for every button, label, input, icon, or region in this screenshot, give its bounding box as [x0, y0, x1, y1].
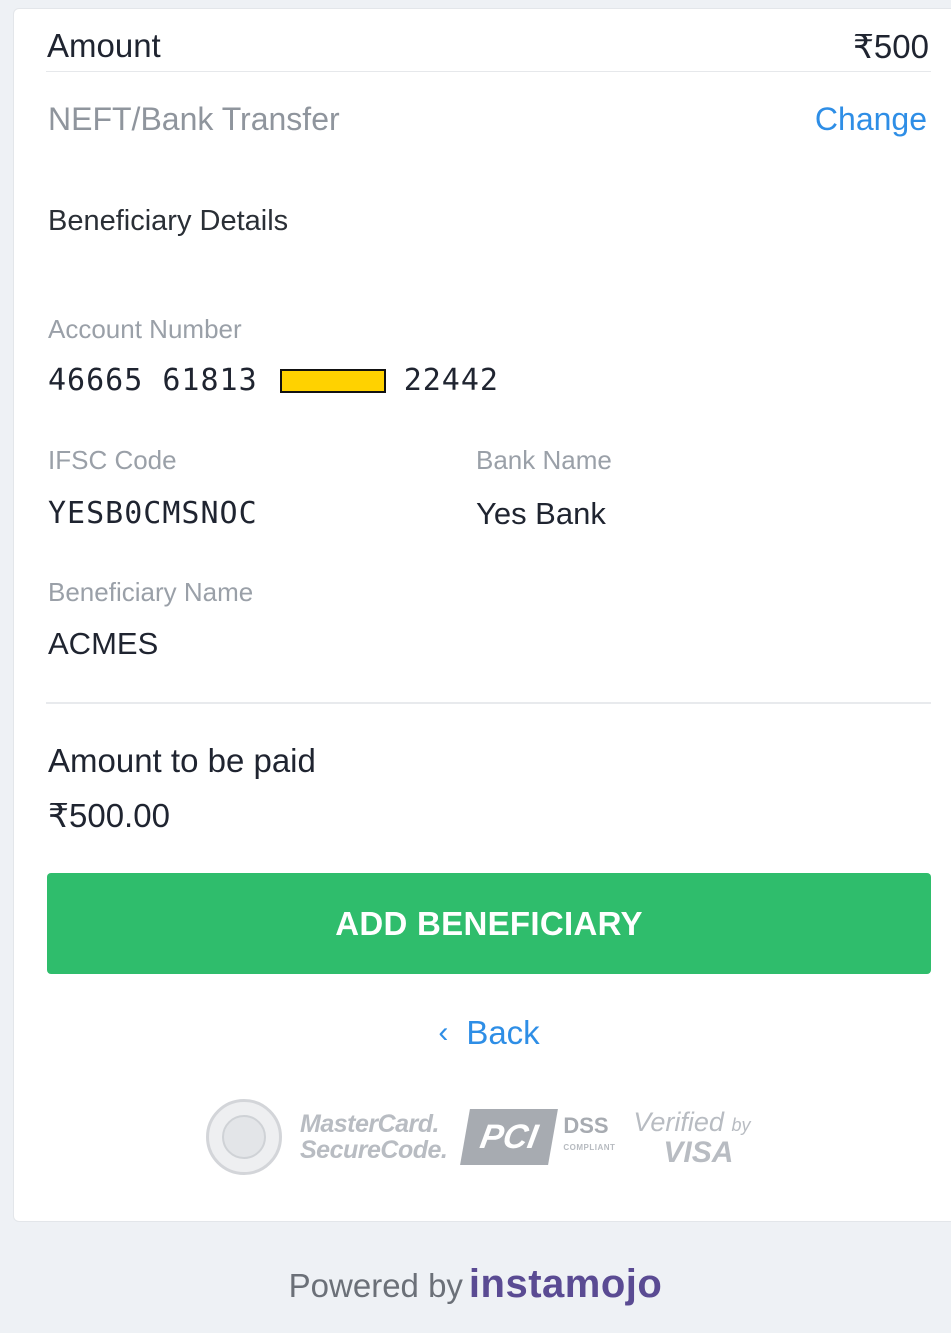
bank-name-label: Bank Name	[476, 445, 612, 475]
account-number-label: Account Number	[48, 314, 242, 344]
dss-sub: COMPLIANT	[563, 1143, 616, 1152]
verified-by-visa-badge: Verified by VISA	[633, 1106, 751, 1169]
beneficiary-details-title: Beneficiary Details	[48, 205, 289, 237]
account-number-part1: 46665 61813	[48, 363, 258, 398]
bank-name-value: Yes Bank	[476, 496, 606, 531]
security-badges: MasterCard. SecureCode. PCI DSS COMPLIAN…	[206, 1099, 776, 1175]
account-number-value: 46665 61813 22442	[48, 363, 499, 398]
powered-by-text: Powered by	[288, 1267, 463, 1304]
dss-label: DSS	[563, 1113, 609, 1138]
back-link[interactable]: ‹ Back	[14, 1014, 951, 1052]
payment-method-label: NEFT/Bank Transfer	[48, 101, 340, 137]
amount-to-pay-value: ₹500.00	[48, 797, 170, 834]
pci-dss-badge: PCI DSS COMPLIANT	[460, 1109, 616, 1165]
visa-line2: VISA	[663, 1135, 734, 1169]
ifsc-label: IFSC Code	[48, 445, 177, 475]
mastercard-securecode-badge: MasterCard. SecureCode.	[300, 1110, 448, 1164]
chevron-left-icon: ‹	[438, 1016, 449, 1049]
payment-card: Amount ₹500 NEFT/Bank Transfer Change Be…	[13, 8, 951, 1222]
instamojo-logo: instamojo	[468, 1262, 663, 1306]
add-beneficiary-button[interactable]: ADD BENEFICIARY	[47, 873, 931, 974]
mastercard-line2: SecureCode.	[300, 1136, 448, 1164]
visa-line1: Verified	[633, 1106, 724, 1137]
change-method-link[interactable]: Change	[815, 101, 927, 138]
amount-to-pay-label: Amount to be paid	[48, 742, 316, 779]
powered-by-footer: Powered by instamojo	[0, 1262, 951, 1307]
mastercard-line1: MasterCard.	[300, 1110, 440, 1138]
amount-label: Amount	[47, 27, 161, 64]
redaction-mark	[279, 368, 386, 393]
visa-by: by	[731, 1114, 751, 1135]
back-label: Back	[466, 1014, 540, 1051]
account-number-part3: 22442	[403, 363, 499, 398]
divider	[46, 71, 931, 72]
pci-label: PCI	[460, 1109, 559, 1165]
rbi-seal-icon	[206, 1099, 282, 1175]
amount-value: ₹500	[852, 28, 929, 65]
beneficiary-name-label: Beneficiary Name	[48, 577, 254, 607]
beneficiary-name-value: ACMES	[48, 626, 159, 661]
divider	[46, 702, 931, 704]
ifsc-value: YESB0CMSNOC	[48, 496, 258, 531]
